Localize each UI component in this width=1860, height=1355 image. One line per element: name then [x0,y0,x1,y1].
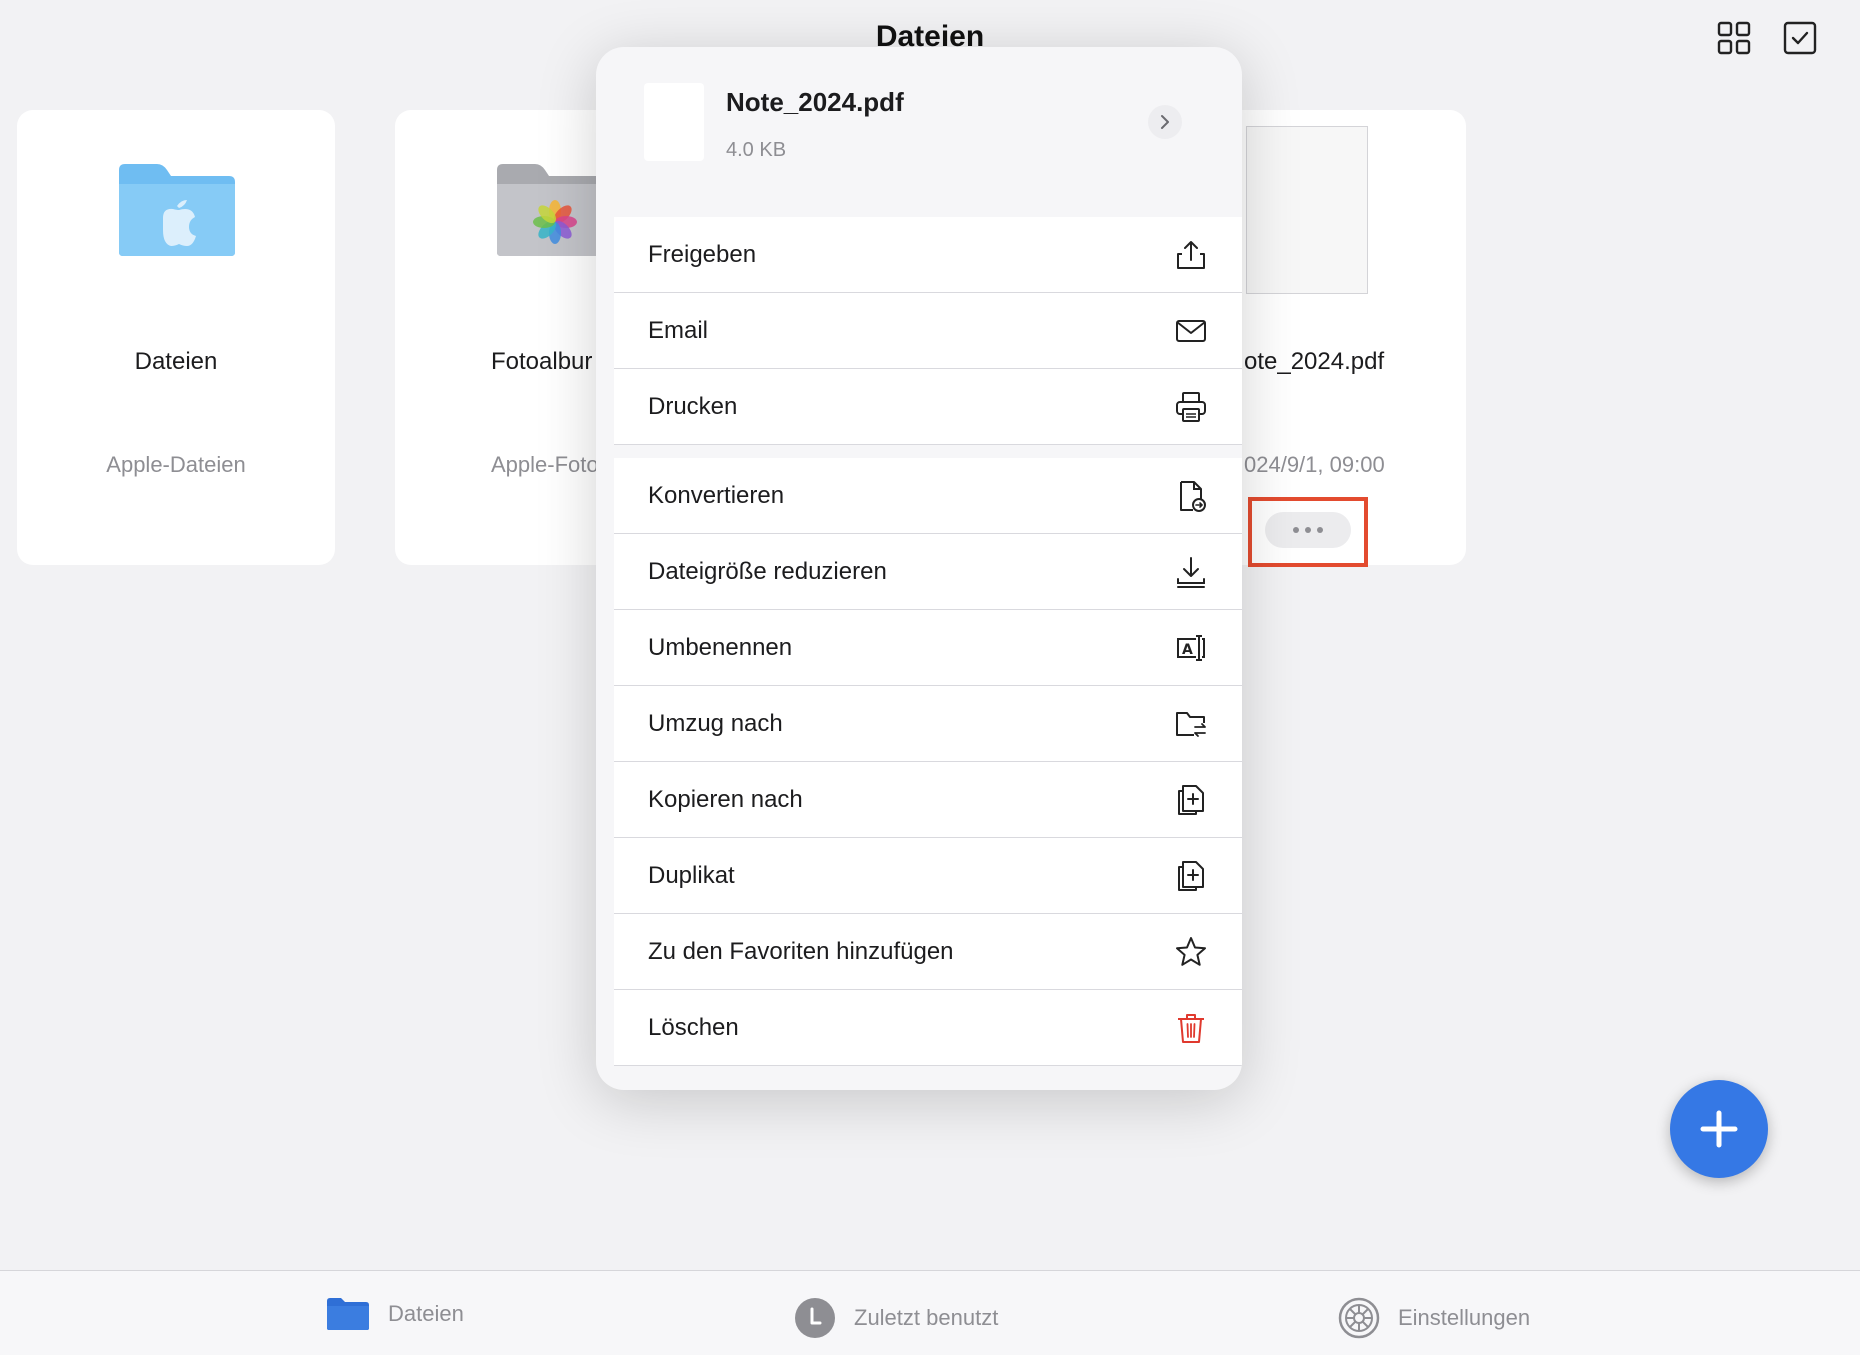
tab-label: Einstellungen [1398,1305,1531,1330]
svg-text:A: A [1182,642,1193,658]
plus-icon [1700,1110,1738,1148]
menu-item-move[interactable]: Umzug nach [614,686,1242,762]
gear-icon [1338,1297,1380,1339]
menu-item-duplicate[interactable]: Duplikat [614,838,1242,914]
menu-file-header[interactable]: Note_2024.pdf 4.0 KB [596,47,1242,217]
duplicate-icon [1174,859,1208,893]
menu-item-label: Zu den Favoriten hinzufügen [648,937,954,965]
grid-view-button[interactable] [1714,18,1754,58]
menu-item-label: Duplikat [648,861,735,889]
menu-group-share: Freigeben Email Drucken [614,217,1242,445]
star-icon [1174,935,1208,969]
tab-label: Dateien [388,1301,464,1326]
copy-icon [1174,783,1208,817]
mail-icon [1174,314,1208,348]
file-thumbnail [644,83,704,161]
menu-item-label: Email [648,316,709,344]
menu-item-label: Kopieren nach [648,785,803,813]
apple-folder-icon [119,164,235,256]
menu-item-email[interactable]: Email [614,293,1242,369]
file-subtitle: Apple-Dateien [106,452,246,477]
menu-item-label: Konvertieren [648,481,785,509]
checkbox-select-icon [1783,21,1817,55]
menu-item-delete[interactable]: Löschen [614,990,1242,1066]
tab-label: Zuletzt benutzt [854,1305,999,1330]
printer-icon [1174,390,1208,424]
details-button[interactable] [1148,105,1182,139]
tab-recent[interactable]: Zuletzt benutzt [794,1297,998,1339]
menu-item-print[interactable]: Drucken [614,369,1242,445]
chevron-right-icon [1161,115,1169,129]
folder-icon [327,1298,369,1330]
select-button[interactable] [1780,18,1820,58]
move-folder-icon [1174,707,1208,741]
tab-settings[interactable]: Einstellungen [1338,1297,1530,1339]
menu-item-share[interactable]: Freigeben [614,217,1242,293]
menu-item-copy-to[interactable]: Kopieren nach [614,762,1242,838]
pdf-thumbnail [1246,126,1368,294]
clock-icon [795,1298,835,1338]
menu-item-label: Drucken [648,392,738,420]
menu-file-size: 4.0 KB [726,139,787,161]
highlight-annotation [1248,497,1368,567]
convert-file-icon [1174,479,1208,513]
menu-file-name: Note_2024.pdf [726,87,904,117]
context-menu: Note_2024.pdf 4.0 KB Freigeben Email Dru… [596,47,1242,1090]
download-icon [1174,555,1208,589]
menu-item-label: Dateigröße reduzieren [648,557,887,585]
file-name: Dateien [134,348,218,375]
menu-item-label: Freigeben [648,240,757,268]
menu-item-label: Löschen [648,1013,739,1041]
menu-item-reduce-size[interactable]: Dateigröße reduzieren [614,534,1242,610]
tab-files[interactable]: Dateien [326,1297,464,1331]
rename-icon: A [1174,631,1208,665]
share-icon [1174,238,1208,272]
menu-item-convert[interactable]: Konvertieren [614,458,1242,534]
grid-view-icon [1717,21,1751,55]
file-card-dateien[interactable]: Dateien Apple-Dateien [17,110,335,565]
menu-item-add-favorite[interactable]: Zu den Favoriten hinzufügen [614,914,1242,990]
menu-group-actions: Konvertieren Dateigröße reduzieren Umben… [614,458,1242,1066]
bottom-tab-bar: Dateien Zuletzt benutzt Einstellungen [0,1270,1860,1355]
add-button[interactable] [1670,1080,1768,1178]
menu-item-label: Umbenennen [648,633,793,661]
menu-item-label: Umzug nach [648,709,783,737]
trash-icon [1174,1011,1208,1045]
menu-item-rename[interactable]: Umbenennen A [614,610,1242,686]
